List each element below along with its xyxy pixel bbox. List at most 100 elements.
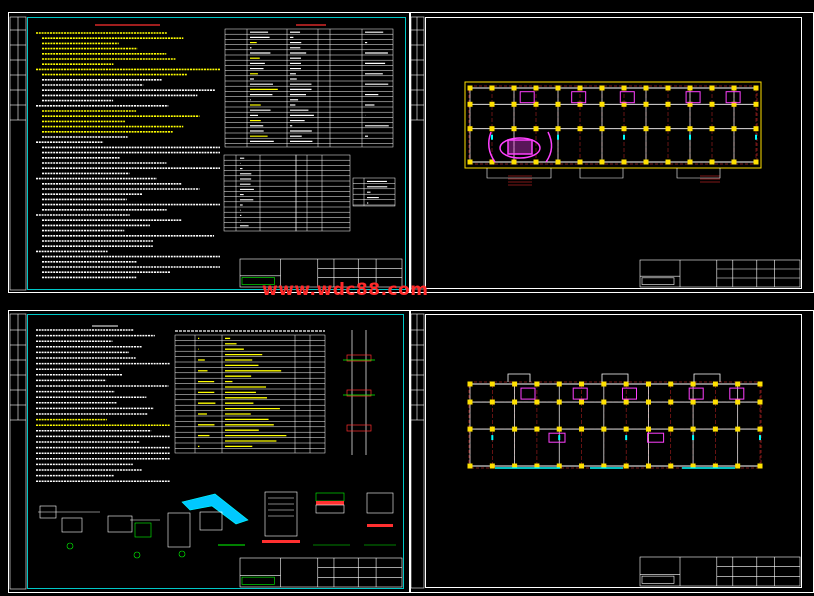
window-opening bbox=[619, 91, 635, 104]
floor-plan-lower bbox=[467, 373, 763, 469]
structural-column bbox=[753, 159, 759, 165]
structural-column bbox=[601, 426, 607, 432]
structural-column bbox=[712, 399, 718, 405]
wall-layer-details bbox=[262, 491, 396, 546]
annotation-tick bbox=[557, 134, 559, 140]
structural-column bbox=[665, 159, 671, 165]
structural-column bbox=[601, 399, 607, 405]
window-opening bbox=[572, 387, 588, 400]
structural-column bbox=[757, 426, 763, 432]
structural-column bbox=[534, 399, 540, 405]
window-opening bbox=[548, 432, 566, 443]
title-block bbox=[639, 556, 801, 587]
window-opening bbox=[725, 91, 741, 104]
structural-column bbox=[579, 399, 585, 405]
structural-column bbox=[643, 85, 649, 91]
structural-column bbox=[512, 399, 518, 405]
structural-column bbox=[731, 159, 737, 165]
structural-column bbox=[534, 426, 540, 432]
structural-column bbox=[709, 85, 715, 91]
binding-strip-top-right bbox=[410, 16, 425, 290]
roof-eave-detail bbox=[181, 493, 249, 546]
structural-column bbox=[467, 463, 473, 469]
structural-column bbox=[467, 101, 473, 107]
structural-column bbox=[735, 463, 741, 469]
structural-column bbox=[599, 85, 605, 91]
structural-column bbox=[489, 399, 495, 405]
structural-column bbox=[753, 126, 759, 132]
structural-column bbox=[489, 85, 495, 91]
title-block bbox=[639, 259, 801, 288]
title-block bbox=[239, 557, 403, 588]
structural-column bbox=[489, 426, 495, 432]
structural-column bbox=[621, 85, 627, 91]
structural-column bbox=[645, 426, 651, 432]
structural-column bbox=[511, 101, 517, 107]
annotation-tick bbox=[491, 134, 493, 140]
structural-column bbox=[690, 381, 696, 387]
binding-strip-bottom-left bbox=[9, 313, 27, 590]
structural-column bbox=[645, 399, 651, 405]
structural-column bbox=[687, 126, 693, 132]
structural-column bbox=[555, 126, 561, 132]
structural-column bbox=[577, 126, 583, 132]
stair-hall bbox=[488, 131, 553, 163]
structural-column bbox=[643, 159, 649, 165]
structural-column bbox=[643, 126, 649, 132]
annotation-tick bbox=[755, 134, 757, 140]
structural-column bbox=[709, 101, 715, 107]
structural-column bbox=[621, 159, 627, 165]
entrance-steps bbox=[508, 175, 720, 186]
structural-column bbox=[690, 399, 696, 405]
structural-column bbox=[668, 399, 674, 405]
structural-column bbox=[753, 85, 759, 91]
structural-column bbox=[577, 85, 583, 91]
structural-notes-block bbox=[36, 325, 170, 482]
structural-column bbox=[731, 126, 737, 132]
structural-column bbox=[489, 381, 495, 387]
structural-column bbox=[645, 463, 651, 469]
structural-column bbox=[687, 159, 693, 165]
structural-column bbox=[555, 85, 561, 91]
structural-column bbox=[577, 159, 583, 165]
structural-column bbox=[731, 85, 737, 91]
structural-column bbox=[599, 126, 605, 132]
structural-column bbox=[579, 426, 585, 432]
structural-column bbox=[467, 85, 473, 91]
balcony-outlines bbox=[486, 168, 721, 179]
annotation-tick bbox=[623, 134, 625, 140]
design-notes-table bbox=[224, 24, 394, 148]
balcony-top bbox=[507, 373, 721, 382]
structural-column bbox=[623, 463, 629, 469]
watermark-text: www.wdc88.com bbox=[262, 280, 429, 300]
structural-column bbox=[712, 426, 718, 432]
structural-column bbox=[757, 381, 763, 387]
structural-column bbox=[599, 159, 605, 165]
structural-column bbox=[511, 85, 517, 91]
structural-column bbox=[489, 463, 495, 469]
reinforcement-schedule bbox=[174, 330, 326, 454]
structural-column bbox=[709, 126, 715, 132]
structural-column bbox=[668, 463, 674, 469]
structural-column bbox=[511, 126, 517, 132]
structural-column bbox=[668, 381, 674, 387]
structural-column bbox=[555, 101, 561, 107]
title-block-logo bbox=[641, 277, 675, 285]
structural-column bbox=[579, 463, 585, 469]
annotation-tick bbox=[558, 435, 561, 441]
structural-column bbox=[467, 399, 473, 405]
column-section-detail bbox=[343, 330, 375, 455]
structural-column bbox=[623, 399, 629, 405]
structural-column bbox=[757, 463, 763, 469]
structural-column bbox=[623, 426, 629, 432]
window-opening bbox=[647, 432, 665, 443]
window-opening bbox=[571, 91, 587, 104]
floor-plan-upper bbox=[464, 81, 762, 186]
structural-column bbox=[709, 159, 715, 165]
title-block-logo bbox=[241, 576, 275, 585]
structural-column bbox=[690, 426, 696, 432]
structural-column bbox=[687, 85, 693, 91]
structural-column bbox=[467, 159, 473, 165]
construction-details bbox=[38, 491, 396, 559]
structural-column bbox=[467, 426, 473, 432]
